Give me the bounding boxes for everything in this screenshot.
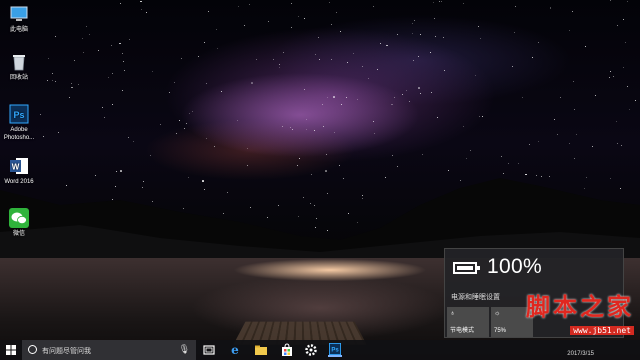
- brightness-icon: ☼: [494, 310, 501, 317]
- desktop-icon-label: Word 2016: [4, 179, 34, 185]
- site-watermark: 脚本之家 www.jb51.net: [526, 294, 634, 338]
- search-placeholder: 有问题尽管问我: [42, 348, 91, 355]
- power-sleep-settings-link[interactable]: 电源和睡眠设置: [451, 292, 500, 302]
- taskbar: 有问题尽管问我 🎙 e Ps 2017/3/15: [0, 340, 640, 360]
- wechat-icon: [9, 208, 29, 228]
- desktop-icon-label: 微信: [12, 231, 25, 237]
- desktop-icon-label: 此电脑: [9, 27, 28, 33]
- battery-level-fill: [457, 266, 473, 270]
- recycle-bin-icon: [13, 55, 25, 71]
- photoshop-icon: Ps: [329, 343, 341, 355]
- svg-text:Ps: Ps: [13, 110, 24, 120]
- cortana-search-box[interactable]: 有问题尽管问我 🎙: [22, 340, 196, 360]
- photoshop-icon: Ps: [9, 104, 29, 124]
- taskbar-photoshop-button[interactable]: Ps: [328, 343, 342, 357]
- microphone-icon[interactable]: 🎙: [179, 344, 190, 355]
- svg-text:W: W: [12, 163, 20, 172]
- desktop-icon-label: 回收站: [9, 75, 28, 81]
- watermark-url: www.jb51.net: [570, 326, 634, 335]
- battery-saver-label: 节电模式: [450, 328, 475, 334]
- desktop-icon-label: Adobe Photosho...: [3, 127, 35, 141]
- watermark-title: 脚本之家: [526, 292, 634, 321]
- svg-text:e: e: [231, 343, 239, 357]
- desktop-icon-wechat[interactable]: 微信: [0, 208, 38, 238]
- start-button[interactable]: [6, 345, 16, 355]
- desktop-icon-this-pc[interactable]: 此电脑: [0, 4, 38, 34]
- brightness-label: 75%: [494, 328, 507, 334]
- tray-date[interactable]: 2017/3/15: [567, 351, 594, 357]
- battery-percentage: 100%: [487, 255, 542, 278]
- cortana-icon: [28, 345, 37, 354]
- edge-icon[interactable]: e: [228, 343, 242, 357]
- store-icon[interactable]: [280, 343, 294, 357]
- svg-text:Ps: Ps: [331, 348, 339, 354]
- battery-saver-toggle[interactable]: ♁ 节电模式: [447, 307, 489, 337]
- battery-icon: [453, 262, 480, 274]
- desktop-icon-recycle-bin[interactable]: 回收站: [0, 52, 38, 82]
- computer-icon: [10, 6, 28, 21]
- battery-saver-icon: ♁: [450, 310, 456, 317]
- task-view-icon[interactable]: [202, 343, 216, 357]
- desktop-icon-photoshop[interactable]: Ps Adobe Photosho...: [0, 104, 38, 142]
- file-explorer-icon[interactable]: [254, 343, 268, 357]
- desktop-icon-word[interactable]: W Word 2016: [0, 156, 38, 186]
- word-icon: W: [10, 158, 28, 174]
- settings-icon[interactable]: [304, 343, 318, 357]
